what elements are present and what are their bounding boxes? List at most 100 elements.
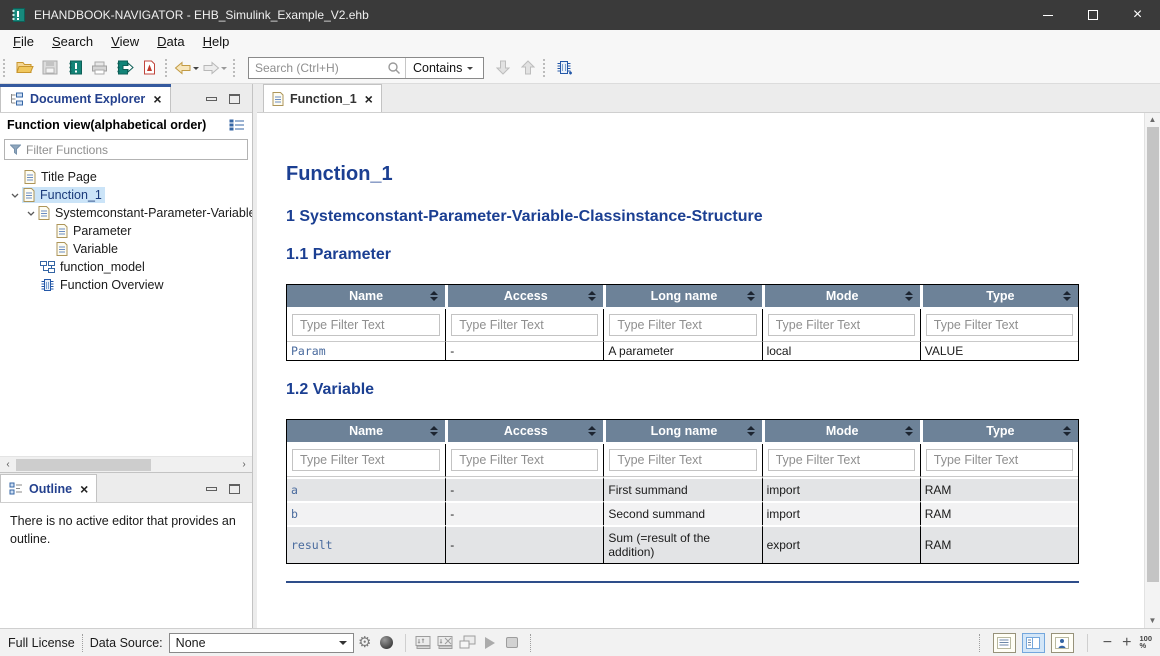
scrollbar-thumb[interactable] xyxy=(16,459,151,471)
stop-measurement-button[interactable] xyxy=(501,632,523,654)
sort-icon[interactable] xyxy=(588,291,596,301)
filter-input-type[interactable] xyxy=(926,449,1073,471)
maximize-panel-button[interactable] xyxy=(229,94,240,104)
back-button[interactable] xyxy=(174,61,202,75)
export-handbook-button[interactable] xyxy=(112,55,137,80)
column-header-access[interactable]: Access xyxy=(445,420,603,444)
split-view-button[interactable] xyxy=(1022,633,1045,653)
single-page-view-button[interactable] xyxy=(993,633,1016,653)
sort-icon[interactable] xyxy=(430,291,438,301)
close-icon[interactable]: × xyxy=(153,93,161,105)
filter-input-mode[interactable] xyxy=(768,314,915,336)
data-source-dropdown[interactable]: None xyxy=(169,633,354,653)
sort-icon[interactable] xyxy=(747,291,755,301)
minimize-panel-button[interactable] xyxy=(206,97,217,101)
menu-view[interactable]: View xyxy=(102,32,148,51)
data-source-state-button[interactable] xyxy=(376,632,398,654)
filter-input-type[interactable] xyxy=(926,314,1073,336)
tab-outline[interactable]: Outline × xyxy=(0,474,97,502)
chevron-expanded-icon[interactable] xyxy=(24,211,38,216)
function-overview-button[interactable] xyxy=(552,55,577,80)
cell-name[interactable]: a xyxy=(287,477,445,501)
editor-vertical-scrollbar[interactable]: ▲ ▼ xyxy=(1144,113,1160,628)
zoom-reset-button[interactable]: 100 % xyxy=(1139,636,1152,649)
filter-input-access[interactable] xyxy=(451,449,598,471)
column-header-long-name[interactable]: Long name xyxy=(603,285,761,309)
sort-icon[interactable] xyxy=(588,426,596,436)
window-close-button[interactable]: × xyxy=(1115,0,1160,30)
open-file-button[interactable] xyxy=(12,55,37,80)
cell-name[interactable]: result xyxy=(287,525,445,563)
sort-icon[interactable] xyxy=(747,426,755,436)
data-source-settings-button[interactable]: ⚙ xyxy=(354,632,376,654)
zoom-in-button[interactable]: + xyxy=(1120,635,1133,651)
cell-name[interactable]: Param xyxy=(287,342,445,360)
tree-item-parameter[interactable]: Parameter xyxy=(0,222,252,240)
remove-measurement-button[interactable] xyxy=(435,632,457,654)
minimize-panel-button[interactable] xyxy=(206,487,217,491)
table-row[interactable]: a - First summand import RAM xyxy=(287,477,1078,501)
column-header-name[interactable]: Name xyxy=(287,420,445,444)
sort-icon[interactable] xyxy=(905,291,913,301)
menu-help[interactable]: Help xyxy=(194,32,239,51)
search-next-button[interactable] xyxy=(490,55,515,80)
search-previous-button[interactable] xyxy=(515,55,540,80)
column-header-long-name[interactable]: Long name xyxy=(603,420,761,444)
scrollbar-thumb[interactable] xyxy=(1147,127,1159,582)
column-header-mode[interactable]: Mode xyxy=(762,420,920,444)
menu-search[interactable]: Search xyxy=(43,32,102,51)
arrange-measure-views-button[interactable] xyxy=(457,632,479,654)
presenter-view-button[interactable] xyxy=(1051,633,1074,653)
menu-file[interactable]: File xyxy=(4,32,43,51)
filter-input-mode[interactable] xyxy=(768,449,915,471)
chevron-expanded-icon[interactable] xyxy=(8,193,22,198)
column-header-access[interactable]: Access xyxy=(445,285,603,309)
filter-input-long-name[interactable] xyxy=(609,449,756,471)
view-menu-icon[interactable] xyxy=(229,119,245,131)
search-mode-dropdown[interactable]: Contains xyxy=(405,58,483,78)
scroll-right-icon[interactable]: › xyxy=(236,458,252,472)
forward-button[interactable] xyxy=(202,61,230,75)
back-history-dropdown[interactable] xyxy=(193,67,199,73)
scrollbar-track[interactable] xyxy=(16,459,236,471)
tree-item-function-model[interactable]: function_model xyxy=(0,258,252,276)
tree-item-function-1[interactable]: Function_1 xyxy=(0,186,252,204)
open-handbook-button[interactable] xyxy=(62,55,87,80)
search-input[interactable] xyxy=(249,58,387,78)
filter-input-long-name[interactable] xyxy=(609,314,756,336)
window-minimize-button[interactable] xyxy=(1025,0,1070,30)
scroll-up-icon[interactable]: ▲ xyxy=(1149,113,1157,127)
column-header-name[interactable]: Name xyxy=(287,285,445,309)
column-header-mode[interactable]: Mode xyxy=(762,285,920,309)
scroll-left-icon[interactable]: ‹ xyxy=(0,458,16,472)
print-button[interactable] xyxy=(87,55,112,80)
window-maximize-button[interactable] xyxy=(1070,0,1115,30)
column-header-type[interactable]: Type xyxy=(920,420,1078,444)
scroll-down-icon[interactable]: ▼ xyxy=(1149,614,1157,628)
tree-item-variable[interactable]: Variable xyxy=(0,240,252,258)
tree-item-systemconstant[interactable]: Systemconstant-Parameter-Variable-Classi… xyxy=(0,204,252,222)
sort-icon[interactable] xyxy=(905,426,913,436)
start-measurement-button[interactable] xyxy=(479,632,501,654)
sort-icon[interactable] xyxy=(430,426,438,436)
maximize-panel-button[interactable] xyxy=(229,484,240,494)
cell-name[interactable]: b xyxy=(287,501,445,525)
show-measurement-button[interactable] xyxy=(413,632,435,654)
tree-item-function-overview[interactable]: Function Overview xyxy=(0,276,252,294)
filter-input-access[interactable] xyxy=(451,314,598,336)
table-row[interactable]: Param - A parameter local VALUE xyxy=(287,342,1078,360)
column-header-type[interactable]: Type xyxy=(920,285,1078,309)
table-row[interactable]: result - Sum (=result of the addition) e… xyxy=(287,525,1078,563)
filter-input-name[interactable] xyxy=(292,314,440,336)
save-button[interactable] xyxy=(37,55,62,80)
close-icon[interactable]: × xyxy=(365,93,373,105)
menu-data[interactable]: Data xyxy=(148,32,193,51)
forward-history-dropdown[interactable] xyxy=(221,67,227,73)
sort-icon[interactable] xyxy=(1063,291,1071,301)
zoom-out-button[interactable]: − xyxy=(1101,635,1114,651)
table-row[interactable]: b - Second summand import RAM xyxy=(287,501,1078,525)
explorer-horizontal-scrollbar[interactable]: ‹ › xyxy=(0,456,252,472)
tab-document-explorer[interactable]: Document Explorer × xyxy=(0,84,171,112)
tree-item-title-page[interactable]: Title Page xyxy=(0,168,252,186)
export-pdf-button[interactable] xyxy=(137,55,162,80)
